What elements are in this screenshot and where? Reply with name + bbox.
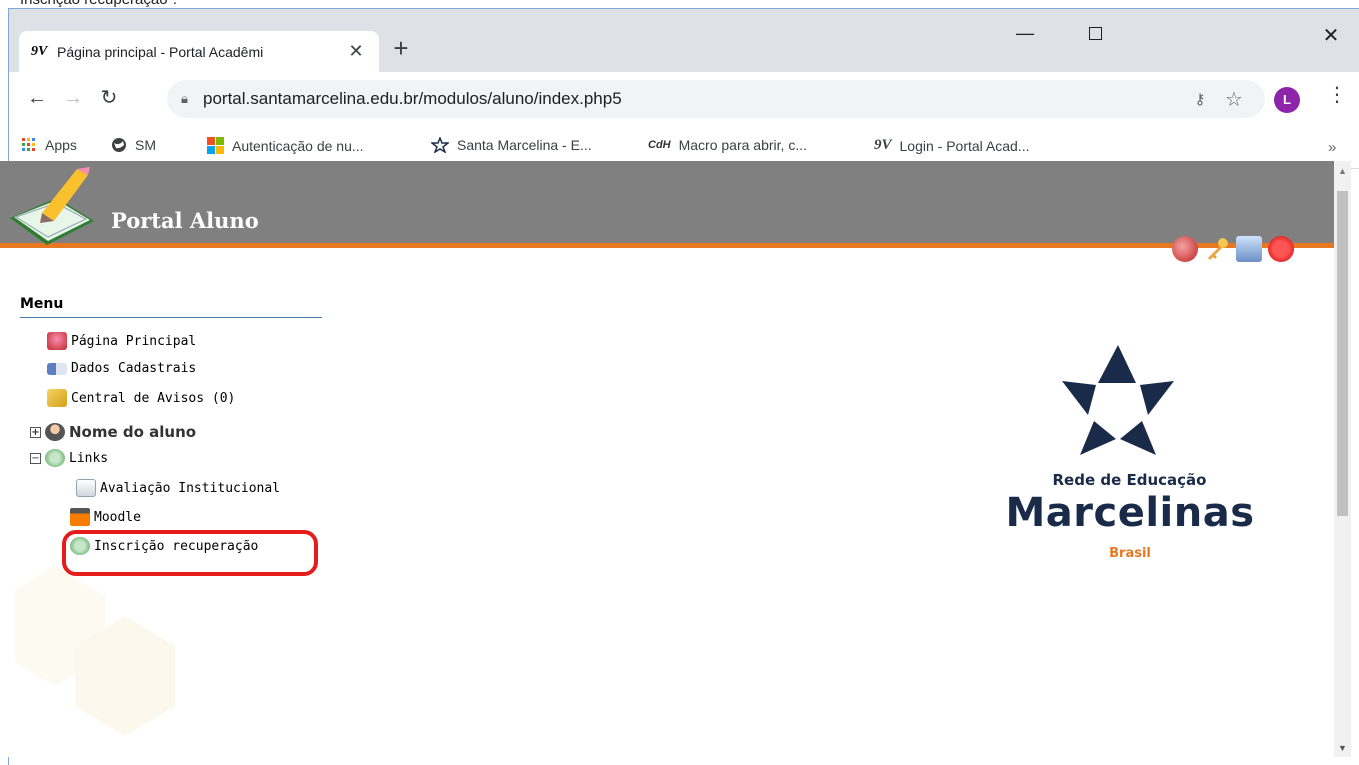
scroll-thumb[interactable] [1337, 191, 1348, 516]
bookmark-santa-marcelina[interactable]: Santa Marcelina - E... [431, 137, 592, 153]
cdh-icon: CdH [648, 139, 671, 151]
portal-title: Portal Aluno [111, 208, 259, 233]
brand-subtitle: Rede de Educação [1052, 471, 1207, 489]
caption-text: Inscrição recuperação". [20, 0, 177, 8]
home-icon [47, 332, 67, 350]
apps-grid-icon [22, 138, 35, 151]
menu-item-label: Dados Cadastrais [71, 361, 197, 376]
tab-strip: 9V Página principal - Portal Acadêmi ✕ +… [9, 9, 1359, 72]
menu-item-label: Avaliação Institucional [100, 480, 281, 496]
header-icon-group [1172, 236, 1294, 262]
document-info-icon[interactable] [1236, 236, 1262, 262]
maximize-button[interactable] [1075, 23, 1115, 45]
menu-item-moodle[interactable]: Moodle [70, 508, 141, 526]
menu-item-dados-cadastrais[interactable]: Dados Cadastrais [47, 361, 196, 376]
menu-item-label: Moodle [94, 509, 141, 525]
menu-item-avaliacao[interactable]: Avaliação Institucional [76, 479, 280, 497]
background-watermark [15, 566, 175, 736]
9v-icon: 9V [874, 137, 892, 153]
bookmark-label: SM [135, 137, 156, 153]
portal-header: Portal Aluno [0, 161, 1334, 248]
home-icon[interactable] [1172, 236, 1198, 262]
site-favicon-icon: 9V [31, 43, 48, 59]
menu-item-pagina-principal[interactable]: Página Principal [47, 332, 196, 350]
notebook-pencil-icon [10, 167, 94, 245]
url-text[interactable]: portal.santamarcelina.edu.br/modulos/alu… [203, 89, 1183, 109]
forward-button[interactable]: → [57, 82, 89, 114]
marcelinas-star-logo [1062, 345, 1174, 455]
microsoft-icon [207, 137, 224, 154]
menu-item-label: Nome do aluno [69, 423, 197, 441]
active-tab[interactable]: 9V Página principal - Portal Acadêmi ✕ [19, 31, 379, 72]
side-menu: Menu [20, 296, 330, 318]
bookmark-label: Login - Portal Acad... [899, 137, 1030, 154]
menu-item-label: Página Principal [71, 333, 197, 349]
page-scrollbar[interactable]: ▲ ▼ [1334, 161, 1351, 757]
globe-icon [112, 138, 126, 152]
menu-item-links[interactable]: − Links [30, 449, 108, 467]
profile-avatar[interactable]: L [1274, 87, 1300, 113]
moodle-icon [70, 508, 90, 526]
bookmark-label: Macro para abrir, c... [678, 137, 807, 153]
scroll-down-arrow-icon[interactable]: ▼ [1338, 743, 1347, 753]
screenshot: Inscrição recuperação". 9V Página princi… [0, 0, 1359, 765]
back-button[interactable]: ← [21, 82, 53, 114]
bookmark-macro[interactable]: CdH Macro para abrir, c... [648, 137, 807, 153]
tab-title: Página principal - Portal Acadêmi [57, 43, 264, 60]
menu-heading: Menu [20, 296, 322, 318]
bookmark-apps[interactable]: Apps [21, 137, 77, 153]
menu-item-nome-aluno[interactable]: + Nome do aluno [30, 423, 196, 441]
brand-name: Marcelinas [1005, 490, 1255, 536]
clipboard-icon [76, 479, 96, 497]
lock-icon[interactable]: 🔒︎ [181, 91, 203, 107]
close-window-button[interactable]: ✕ [1311, 23, 1351, 48]
minimize-button[interactable]: — [1005, 23, 1045, 44]
menu-item-central-avisos[interactable]: Central de Avisos (0) [47, 389, 235, 407]
star-outline-icon [431, 137, 449, 153]
menu-kebab-icon[interactable]: ⋮ [1327, 82, 1347, 107]
red-highlight-annotation [62, 530, 318, 576]
bookmark-login-portal[interactable]: 9V Login - Portal Acad... [874, 137, 1029, 154]
browser-toolbar: ← → ↻ 🔒︎ portal.santamarcelina.edu.br/mo… [9, 72, 1359, 126]
expand-plus-icon[interactable]: + [30, 426, 41, 438]
links-icon [45, 449, 65, 467]
collapse-minus-icon[interactable]: − [30, 452, 41, 464]
power-icon[interactable] [1268, 236, 1294, 262]
new-tab-button[interactable]: + [386, 34, 416, 64]
menu-item-label: Links [69, 450, 109, 466]
key-icon[interactable]: ⚷ [1183, 90, 1217, 108]
reload-button[interactable]: ↻ [93, 82, 125, 114]
address-bar[interactable]: 🔒︎ portal.santamarcelina.edu.br/modulos/… [167, 80, 1265, 118]
bookmark-label: Autenticação de nu... [232, 137, 364, 154]
menu-item-label: Central de Avisos (0) [71, 390, 236, 406]
notice-icon [47, 389, 67, 407]
bookmarks-overflow-icon[interactable]: » [1328, 139, 1336, 156]
bookmark-label: Apps [45, 137, 77, 153]
tab-close-icon[interactable]: ✕ [345, 41, 367, 62]
bookmark-label: Santa Marcelina - E... [457, 137, 592, 153]
key-icon[interactable] [1204, 236, 1230, 262]
maximize-icon [1088, 27, 1102, 40]
bookmark-sm[interactable]: SM [111, 137, 156, 153]
bookmark-star-icon[interactable]: ☆ [1217, 87, 1251, 112]
scroll-up-arrow-icon[interactable]: ▲ [1338, 166, 1347, 176]
id-card-icon [47, 362, 67, 375]
user-icon [45, 423, 65, 441]
bookmark-autenticacao[interactable]: Autenticação de nu... [207, 137, 364, 154]
brand-country: Brasil [1109, 546, 1151, 561]
